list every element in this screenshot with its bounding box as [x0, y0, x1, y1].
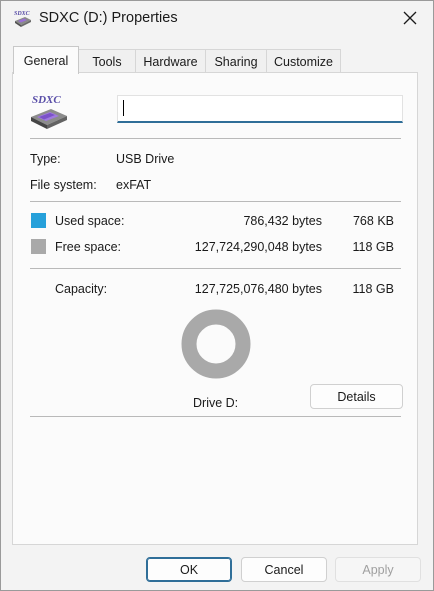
used-space-size: 768 KB: [352, 214, 394, 228]
free-space-label: Free space:: [55, 240, 122, 254]
volume-label-input[interactable]: [117, 95, 403, 123]
tab-label: Customize: [273, 54, 334, 69]
tab-customize[interactable]: Customize: [266, 49, 341, 73]
apply-button[interactable]: Apply: [335, 557, 421, 582]
cancel-button[interactable]: Cancel: [241, 557, 327, 582]
sd-card-drive-icon: SDXC: [31, 94, 67, 129]
window-title: SDXC (D:) Properties: [39, 10, 178, 26]
ok-button[interactable]: OK: [146, 557, 232, 582]
capacity-bytes: 127,725,076,480 bytes: [194, 282, 322, 296]
details-button-label: Details: [337, 389, 376, 404]
close-icon: [403, 11, 417, 25]
general-tab-panel: SDXC Type: USB Drive File system: exFAT …: [12, 72, 418, 545]
separator: [30, 268, 401, 269]
usage-donut-chart: [181, 309, 251, 379]
free-space-swatch: [31, 239, 46, 254]
type-label: Type:: [30, 152, 61, 166]
separator: [30, 416, 401, 417]
type-value: USB Drive: [116, 152, 175, 166]
text-caret: [123, 100, 124, 116]
close-button[interactable]: [387, 1, 433, 35]
tab-label: Hardware: [143, 54, 198, 69]
capacity-size: 118 GB: [352, 282, 394, 296]
file-system-label: File system:: [30, 178, 97, 192]
drive-icon-text: SDXC: [32, 94, 61, 106]
apply-button-label: Apply: [362, 562, 394, 577]
details-button[interactable]: Details: [310, 384, 403, 409]
tab-label: General: [23, 53, 69, 68]
tab-general[interactable]: General: [13, 46, 79, 74]
used-space-label: Used space:: [55, 214, 125, 228]
sd-card-drive-icon: SDXC: [14, 11, 31, 27]
title-bar: SDXC SDXC (D:) Properties: [1, 1, 433, 37]
free-space-bytes: 127,724,290,048 bytes: [194, 240, 322, 254]
free-space-ring: [181, 309, 251, 379]
properties-window: SDXC SDXC (D:) Properties General Tools …: [0, 0, 434, 591]
tab-hardware[interactable]: Hardware: [135, 49, 206, 73]
tab-tools[interactable]: Tools: [78, 49, 136, 73]
tab-sharing[interactable]: Sharing: [205, 49, 267, 73]
separator: [30, 201, 401, 202]
tab-label: Tools: [92, 54, 122, 69]
capacity-label: Capacity:: [55, 282, 108, 296]
used-space-swatch: [31, 213, 46, 228]
used-space-bytes: 786,432 bytes: [243, 214, 322, 228]
svg-text:SDXC: SDXC: [14, 11, 31, 17]
ok-button-label: OK: [179, 562, 199, 577]
file-system-value: exFAT: [116, 178, 152, 192]
cancel-button-label: Cancel: [264, 562, 304, 577]
free-space-size: 118 GB: [352, 240, 394, 254]
drive-letter-label: Drive D:: [193, 396, 239, 410]
separator: [30, 138, 401, 139]
tab-label: Sharing: [214, 54, 258, 69]
